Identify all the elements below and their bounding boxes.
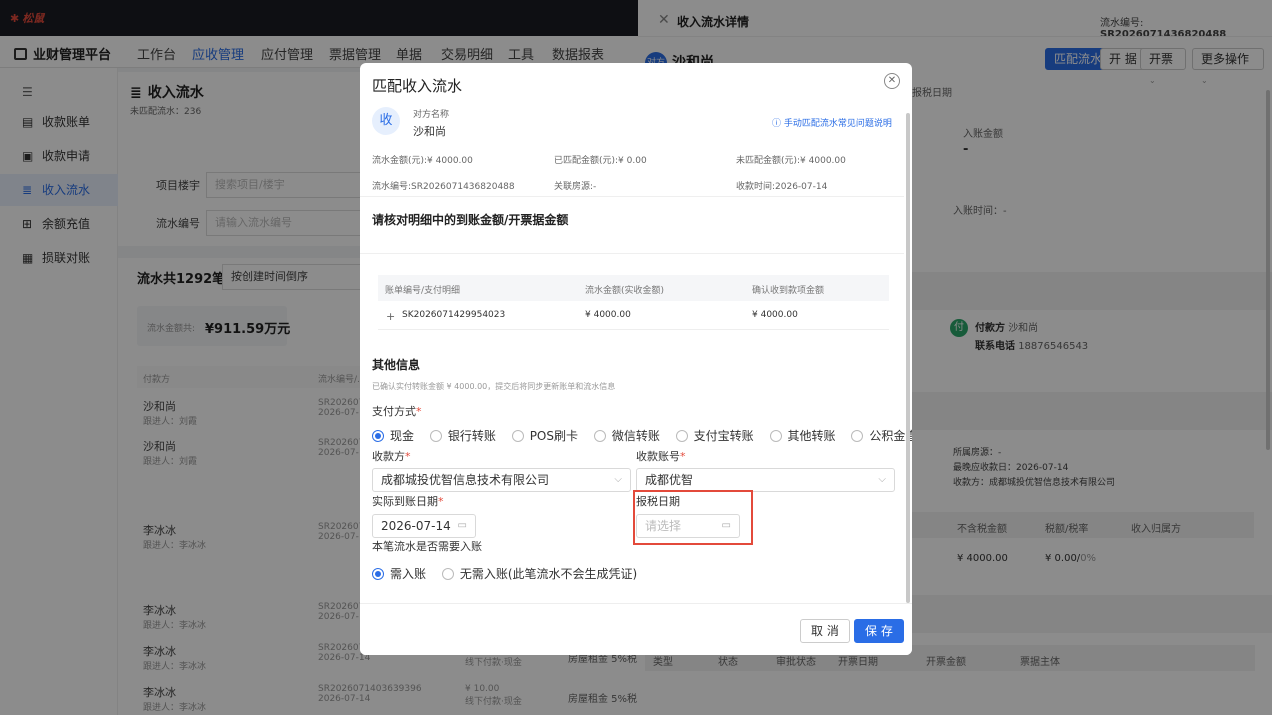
party-label: 对方名称	[413, 110, 450, 120]
chevron-down-icon: ⌵	[878, 474, 886, 485]
receive-avatar: 收	[372, 107, 400, 135]
other-info-title: 其他信息	[372, 358, 421, 372]
pay-cash-radio[interactable]: 现金	[372, 427, 414, 444]
need-entry-label: 本笔流水是否需要入账	[372, 540, 482, 553]
highlight-box	[633, 490, 753, 545]
pay-method-group: 现金 银行转账 POS刷卡 微信转账 支付宝转账 其他转账 公积金直付	[372, 427, 912, 445]
related-house: 关联房源:-	[554, 182, 597, 192]
matched-amount: 已匹配金额(元):¥ 0.00	[554, 156, 647, 166]
detail-row-confirm: ¥ 4000.00	[752, 310, 798, 320]
divider	[378, 329, 889, 330]
col-confirm-amount: 确认收到款项金额	[752, 286, 825, 296]
account-select[interactable]: 成都优智 ⌵	[636, 468, 895, 492]
no-entry-radio[interactable]: 无需入账(此笔流水不会生成凭证)	[441, 565, 637, 582]
pay-pos-radio[interactable]: POS刷卡	[511, 427, 578, 444]
match-income-flow-modal: 匹配收入流水 ✕ 收 对方名称 沙和尚 ⓘ 手动匹配流水常见问题说明 流水金额(…	[360, 63, 912, 655]
pay-alipay-radio[interactable]: 支付宝转账	[675, 427, 754, 444]
check-title: 请核对明细中的到账金额/开票据金额	[372, 213, 569, 227]
calendar-icon: ▭	[457, 520, 467, 531]
pay-method-label: 支付方式*	[372, 405, 422, 418]
need-entry-radio[interactable]: 需入账	[372, 565, 426, 582]
pay-wechat-radio[interactable]: 微信转账	[593, 427, 660, 444]
pay-other-radio[interactable]: 其他转账	[769, 427, 836, 444]
detail-row-flow: ¥ 4000.00	[585, 310, 631, 320]
save-button[interactable]: 保 存	[854, 619, 904, 643]
arrive-date-label: 实际到账日期*	[372, 495, 444, 508]
other-info-note: 已确认实付转账金额 ¥ 4000.00，提交后将同步更新账单和流水信息	[372, 382, 616, 391]
pay-bank-radio[interactable]: 银行转账	[429, 427, 496, 444]
cancel-button[interactable]: 取 消	[800, 619, 850, 643]
chevron-down-icon: ⌵	[614, 474, 622, 485]
col-flow-amount: 流水金额(实收金额)	[585, 286, 665, 296]
payee-select[interactable]: 成都城投优智信息技术有限公司 ⌵	[372, 468, 631, 492]
info-icon: ⓘ	[772, 119, 782, 129]
col-bill-code: 账单编号/支付明细	[385, 286, 461, 296]
pay-fund-radio[interactable]: 公积金直付	[851, 427, 912, 444]
divider	[360, 253, 904, 254]
party-name: 沙和尚	[413, 125, 446, 138]
flow-amount: 流水金额(元):¥ 4000.00	[372, 156, 473, 166]
account-label: 收款账号*	[636, 450, 686, 463]
unmatched-amount: 未匹配金额(元):¥ 4000.00	[736, 156, 846, 166]
arrive-date-picker[interactable]: 2026-07-14 ▭	[372, 514, 476, 538]
modal-scrollbar[interactable]	[906, 113, 910, 603]
divider	[360, 196, 904, 197]
close-icon[interactable]: ✕	[884, 73, 900, 89]
payee-label: 收款方*	[372, 450, 411, 463]
expand-icon[interactable]: +	[386, 310, 395, 323]
detail-row-code: SK2026071429954023	[402, 310, 506, 320]
entry-radio-group: 需入账 无需入账(此笔流水不会生成凭证)	[372, 565, 649, 583]
flow-no: 流水编号:SR2026071436820488	[372, 182, 515, 192]
help-link[interactable]: ⓘ 手动匹配流水常见问题说明	[772, 116, 892, 129]
receive-time: 收款时间:2026-07-14	[736, 182, 828, 192]
modal-title: 匹配收入流水	[372, 77, 463, 95]
